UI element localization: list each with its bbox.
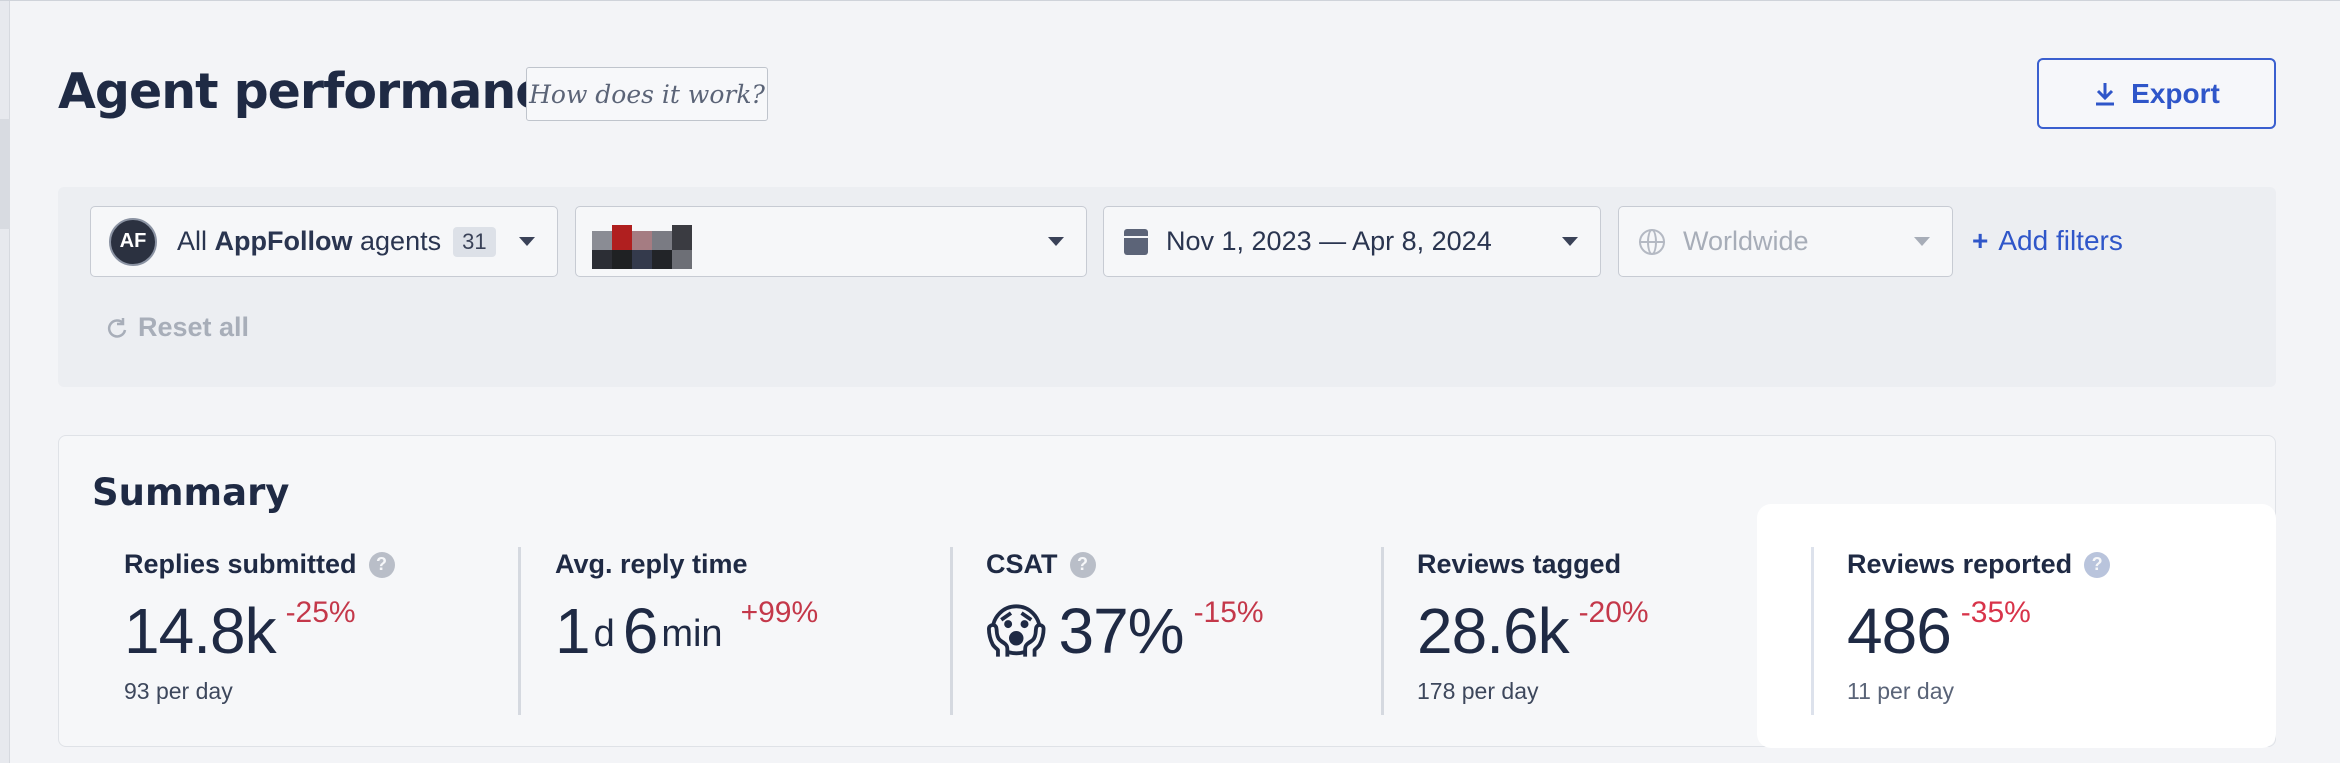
metric-value-row: 😱 37% -15% — [986, 594, 1386, 668]
metric-replies-submitted: Replies submitted ? 14.8k -25% 93 per da… — [124, 549, 524, 705]
region-value: Worldwide — [1683, 226, 1809, 256]
metric-label: Reviews tagged — [1417, 549, 1622, 579]
metric-subtext: 11 per day — [1847, 678, 1954, 704]
avatar: AF — [109, 217, 157, 266]
metric-label-row: Replies submitted ? — [124, 549, 524, 580]
metric-value-row: 1 d 6 min +99% — [555, 594, 955, 668]
metric-label-row: Avg. reply time — [555, 549, 955, 580]
export-label: Export — [2131, 77, 2220, 109]
metric-label-row: CSAT ? — [986, 549, 1386, 580]
metric-subtext: 178 per day — [1417, 678, 1539, 704]
help-icon[interactable]: ? — [1069, 551, 1096, 578]
reset-all-button[interactable]: Reset all — [106, 312, 249, 343]
metric-delta: -25% — [285, 596, 356, 629]
help-icon[interactable]: ? — [368, 551, 395, 578]
reset-all-label: Reset all — [138, 312, 250, 342]
chevron-down-icon — [519, 237, 535, 246]
metric-delta: -35% — [1960, 596, 2031, 629]
metric-subtext: 93 per day — [124, 678, 233, 704]
metric-label-row: Reviews reported ? — [1847, 549, 2247, 580]
globe-icon — [1639, 228, 1665, 255]
metric-delta: -20% — [1578, 596, 1649, 629]
refresh-icon — [107, 317, 127, 338]
metric-value-row: 486 -35% — [1847, 594, 2247, 668]
metric-value: 486 — [1847, 595, 1952, 667]
export-button[interactable]: Export — [2037, 58, 2276, 129]
metric-delta: -15% — [1193, 596, 1264, 629]
metric-label: Avg. reply time — [555, 549, 748, 579]
agents-filter[interactable]: AF All AppFollow agents 31 — [90, 206, 558, 277]
metric-unit-minutes: min — [661, 613, 723, 655]
download-icon — [2096, 82, 2115, 105]
chevron-down-icon — [1562, 237, 1578, 246]
calendar-icon — [1124, 228, 1148, 255]
agents-prefix: All — [177, 226, 208, 256]
metric-value: 28.6k — [1417, 595, 1570, 667]
app-filter[interactable] — [575, 206, 1087, 277]
sidebar-notch — [0, 119, 10, 229]
chevron-down-icon — [1048, 237, 1064, 246]
chevron-down-icon — [1914, 237, 1930, 246]
how-does-it-work-button[interactable]: How does it work? — [526, 67, 768, 121]
summary-title: Summary — [92, 471, 290, 514]
metric-unit-days: d — [593, 613, 615, 655]
metric-value: 14.8k — [124, 595, 277, 667]
left-sidebar-edge — [0, 1, 10, 763]
region-filter[interactable]: Worldwide — [1618, 206, 1953, 277]
date-range-filter[interactable]: Nov 1, 2023 — Apr 8, 2024 — [1103, 206, 1601, 277]
metric-value: 37% — [1058, 595, 1184, 667]
metric-csat: CSAT ? 😱 37% -15% — [986, 549, 1386, 668]
agents-count-badge: 31 — [453, 226, 496, 257]
scream-emoji-icon: 😱 — [986, 597, 1047, 665]
date-range-value: Nov 1, 2023 — Apr 8, 2024 — [1166, 226, 1492, 256]
help-icon[interactable]: ? — [2084, 551, 2111, 578]
metric-value-row: 14.8k -25% — [124, 594, 524, 668]
metric-label: CSAT — [986, 549, 1058, 579]
metric-value-days: 1 — [555, 595, 591, 667]
app-window: Agent performance How does it work? Expo… — [0, 0, 2340, 763]
page-title: Agent performance — [58, 63, 577, 120]
add-filters-label: Add filters — [1998, 225, 2123, 256]
metric-label: Replies submitted — [124, 549, 357, 579]
metric-reviews-reported: Reviews reported ? 486 -35% 11 per day — [1847, 549, 2247, 705]
metric-delta: +99% — [740, 596, 819, 629]
agents-brand: AppFollow — [214, 226, 353, 256]
metric-label-row: Reviews tagged — [1417, 549, 1817, 580]
plus-icon: + — [1972, 225, 1989, 256]
metric-label: Reviews reported — [1847, 549, 2073, 579]
metric-value-minutes: 6 — [622, 595, 659, 667]
add-filters-button[interactable]: + Add filters — [1972, 225, 2123, 257]
metric-reviews-tagged: Reviews tagged 28.6k -20% 178 per day — [1417, 549, 1817, 705]
metric-value-row: 28.6k -20% — [1417, 594, 1817, 668]
agents-suffix: agents — [360, 226, 442, 256]
metric-avg-reply-time: Avg. reply time 1 d 6 min +99% — [555, 549, 955, 668]
